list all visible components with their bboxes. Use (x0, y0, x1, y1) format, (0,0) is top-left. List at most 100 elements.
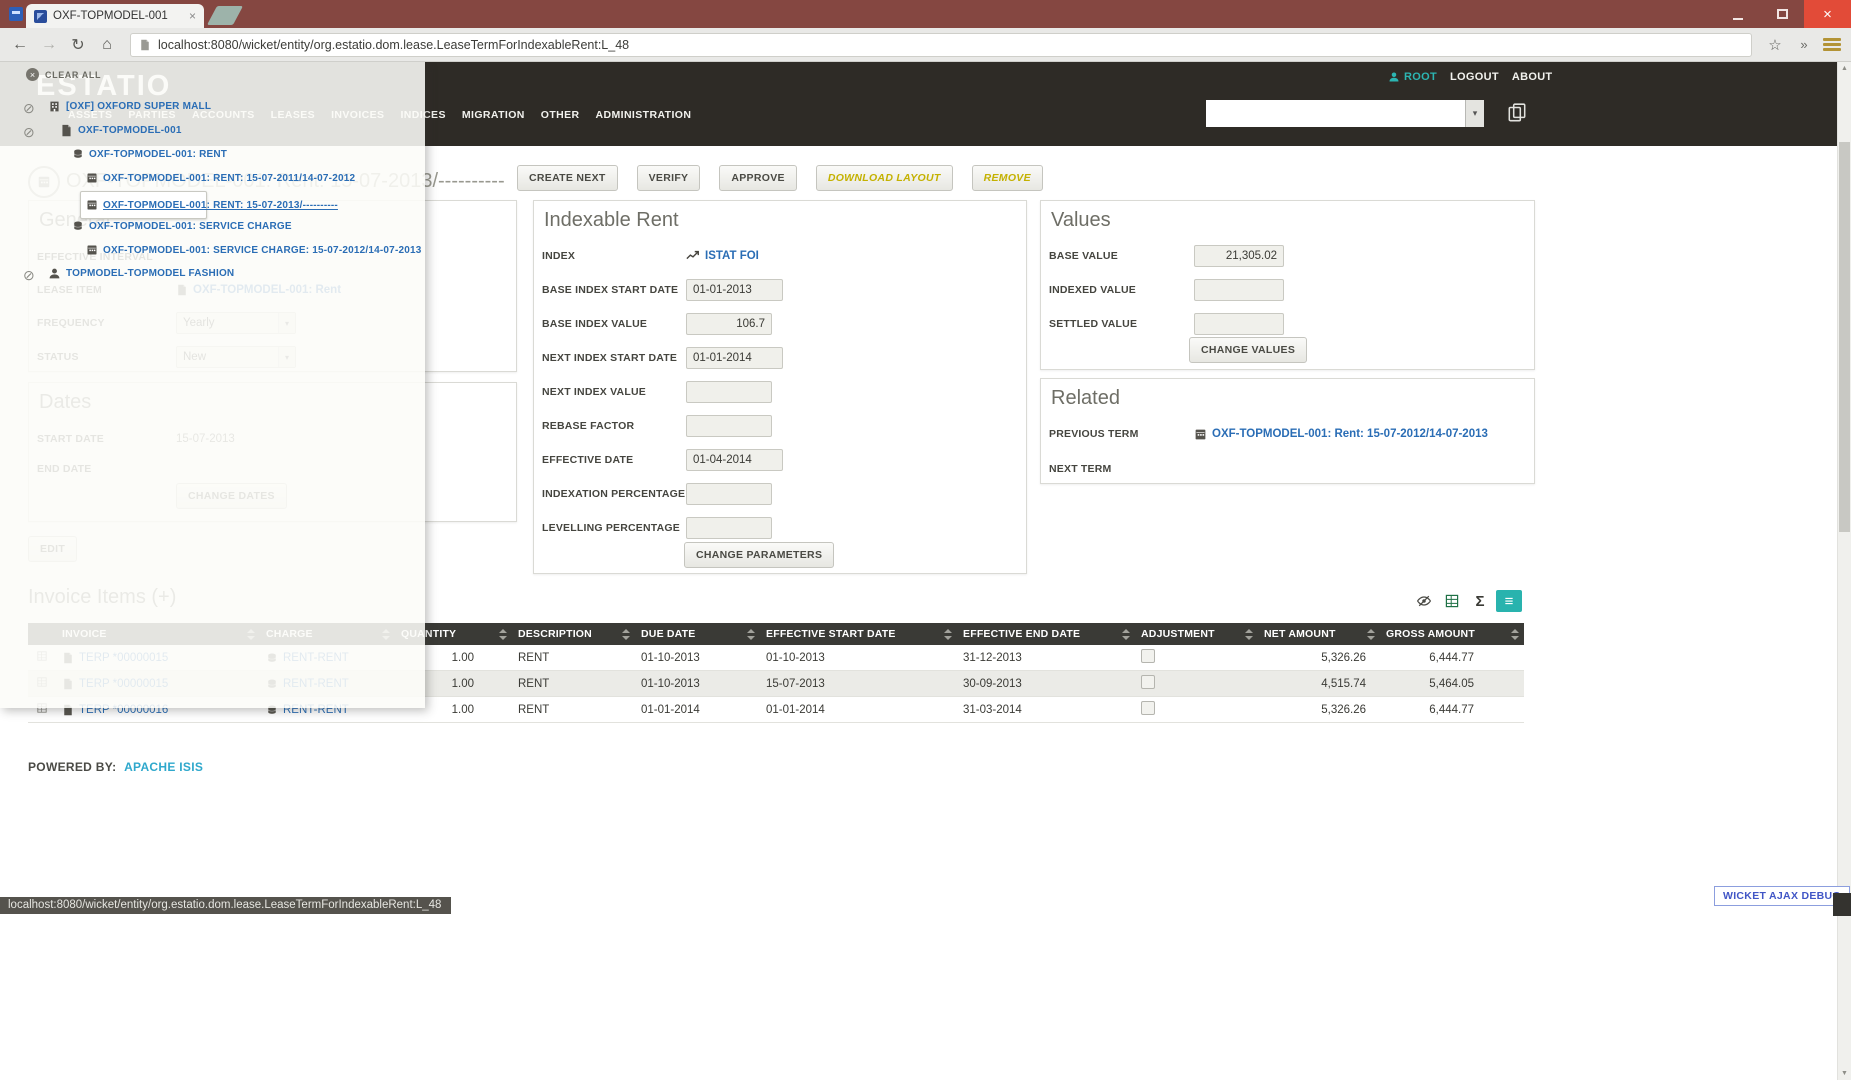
address-bar[interactable]: localhost:8080/wicket/entity/org.estatio… (130, 33, 1752, 57)
sort-icon[interactable] (944, 629, 952, 640)
bookmark-item[interactable]: OXF-TOPMODEL-001: SERVICE CHARGE: 15-07-… (0, 244, 425, 264)
base-value-input[interactable] (1194, 245, 1284, 267)
menu-other[interactable]: OTHER (541, 109, 580, 121)
bookmark-item[interactable]: ⊘ [OXF] OXFORD SUPER MALL (0, 100, 425, 120)
previous-term-link[interactable]: OXF-TOPMODEL-001: Rent: 15-07-2012/14-07… (1212, 428, 1488, 440)
col-net-amount[interactable]: NET AMOUNT (1258, 623, 1380, 645)
home-button[interactable]: ⌂ (97, 36, 117, 54)
scrollbar-thumb[interactable] (1839, 142, 1850, 532)
due-date-cell: 01-01-2014 (635, 697, 760, 723)
sort-icon[interactable] (1367, 629, 1375, 640)
search-input[interactable] (1206, 100, 1465, 127)
approve-button[interactable]: APPROVE (719, 165, 796, 191)
copy-icon[interactable] (1506, 102, 1528, 124)
bookmark-link[interactable]: OXF-TOPMODEL-001: RENT: 15-07-2013/-----… (103, 200, 338, 211)
bookmark-link[interactable]: [OXF] OXFORD SUPER MALL (66, 101, 211, 112)
col-effective-end-date[interactable]: EFFECTIVE END DATE (957, 623, 1135, 645)
list-view-icon[interactable]: ≡ (1496, 590, 1522, 612)
bookmark-star-icon[interactable]: ☆ (1765, 36, 1785, 54)
indexed-value-input[interactable] (1194, 279, 1284, 301)
tab-close-icon[interactable]: × (189, 9, 196, 23)
index-link[interactable]: ISTAT FOI (705, 250, 759, 262)
bookmark-item-selected[interactable]: OXF-TOPMODEL-001: RENT: 15-07-2013/-----… (0, 196, 425, 216)
adjustment-checkbox[interactable] (1141, 649, 1155, 663)
bookmark-item[interactable]: OXF-TOPMODEL-001: SERVICE CHARGE (0, 220, 425, 240)
index-chart-icon (686, 249, 700, 263)
change-parameters-button[interactable]: CHANGE PARAMETERS (684, 542, 834, 568)
clear-all-button[interactable]: × CLEAR ALL (26, 68, 101, 81)
sigma-totals-icon[interactable]: Σ (1468, 590, 1492, 612)
page-icon (139, 39, 151, 51)
bookmark-item[interactable]: ⊘ TOPMODEL-TOPMODEL FASHION (0, 267, 425, 287)
download-layout-button[interactable]: DOWNLOAD LAYOUT (816, 165, 953, 191)
sort-icon[interactable] (747, 629, 755, 640)
sort-icon[interactable] (622, 629, 630, 640)
excel-export-icon[interactable] (1440, 590, 1464, 612)
adjustment-checkbox[interactable] (1141, 701, 1155, 715)
search-dropdown-caret[interactable]: ▾ (1465, 100, 1484, 127)
verify-button[interactable]: VERIFY (637, 165, 701, 191)
col-adjustment[interactable]: ADJUSTMENT (1135, 623, 1258, 645)
sort-icon[interactable] (1245, 629, 1253, 640)
effective-date-input[interactable] (686, 449, 783, 471)
bookmark-link[interactable]: OXF-TOPMODEL-001: RENT: 15-07-2011/14-07… (103, 173, 355, 184)
base-index-value-input[interactable] (686, 313, 772, 335)
col-due-date[interactable]: DUE DATE (635, 623, 760, 645)
sort-icon[interactable] (499, 629, 507, 640)
col-gross-amount[interactable]: GROSS AMOUNT (1380, 623, 1524, 645)
sort-icon[interactable] (1122, 629, 1130, 640)
user-name[interactable]: ROOT (1404, 71, 1437, 83)
settled-value-input[interactable] (1194, 313, 1284, 335)
scroll-down-icon[interactable]: ▼ (1838, 1070, 1851, 1077)
indexation-percentage-input[interactable] (686, 483, 772, 505)
about-link[interactable]: ABOUT (1512, 71, 1553, 83)
toolbar-overflow-chevron[interactable]: » (1794, 37, 1814, 52)
hide-columns-icon[interactable] (1412, 590, 1436, 612)
gross-amount-cell: 6,444.77 (1380, 697, 1524, 723)
no-entry-icon[interactable]: ⊘ (23, 101, 35, 115)
create-next-button[interactable]: CREATE NEXT (517, 165, 618, 191)
bookmark-link[interactable]: OXF-TOPMODEL-001 (78, 125, 182, 136)
apache-isis-link[interactable]: APACHE ISIS (124, 760, 203, 774)
bookmark-item[interactable]: OXF-TOPMODEL-001: RENT: 15-07-2011/14-07… (0, 172, 425, 192)
bookmark-link[interactable]: TOPMODEL-TOPMODEL FASHION (66, 268, 234, 279)
remove-button[interactable]: REMOVE (972, 165, 1043, 191)
bookmark-link[interactable]: OXF-TOPMODEL-001: SERVICE CHARGE: 15-07-… (103, 245, 422, 256)
tab-title: OXF-TOPMODEL-001 (53, 10, 183, 22)
bookmark-link[interactable]: OXF-TOPMODEL-001: SERVICE CHARGE (89, 221, 292, 232)
bookmark-item[interactable]: OXF-TOPMODEL-001: RENT (0, 148, 425, 168)
no-entry-icon[interactable]: ⊘ (23, 125, 35, 139)
window-close-button[interactable]: × (1804, 0, 1851, 28)
user-menu[interactable]: ROOT (1388, 71, 1437, 83)
scroll-up-icon[interactable]: ▲ (1838, 65, 1851, 72)
base-index-start-date-input[interactable] (686, 279, 783, 301)
vertical-scrollbar[interactable]: ▲ ▼ (1837, 62, 1851, 1080)
back-button[interactable]: ← (10, 36, 30, 54)
adjustment-checkbox[interactable] (1141, 675, 1155, 689)
forward-button[interactable]: → (39, 36, 59, 54)
levelling-percentage-input[interactable] (686, 517, 772, 539)
url-text[interactable]: localhost:8080/wicket/entity/org.estatio… (158, 38, 1743, 52)
bookmark-item[interactable]: ⊘ OXF-TOPMODEL-001 (0, 124, 425, 144)
rebase-factor-input[interactable] (686, 415, 772, 437)
bookmark-link[interactable]: OXF-TOPMODEL-001: RENT (89, 149, 227, 160)
levelling-percentage-label: LEVELLING PERCENTAGE (542, 522, 680, 534)
menu-administration[interactable]: ADMINISTRATION (596, 109, 692, 121)
refresh-button[interactable]: ↻ (68, 35, 88, 55)
wicket-ajax-debug-button[interactable]: WICKET AJAX DEBUG (1714, 886, 1850, 906)
next-index-value-input[interactable] (686, 381, 772, 403)
menu-migration[interactable]: MIGRATION (462, 109, 525, 121)
window-minimize-button[interactable] (1716, 0, 1760, 28)
no-entry-icon[interactable]: ⊘ (23, 268, 35, 282)
col-description[interactable]: DESCRIPTION (512, 623, 635, 645)
change-values-button[interactable]: CHANGE VALUES (1189, 337, 1307, 363)
logout-link[interactable]: LOGOUT (1450, 71, 1499, 83)
window-maximize-button[interactable] (1760, 0, 1804, 28)
new-tab-button[interactable] (207, 6, 243, 25)
sort-icon[interactable] (1511, 629, 1519, 640)
browser-tab[interactable]: OXF-TOPMODEL-001 × (26, 4, 204, 28)
col-effective-start-date[interactable]: EFFECTIVE START DATE (760, 623, 957, 645)
browser-menu-icon[interactable] (1823, 38, 1841, 51)
effective-end-date-cell: 31-12-2013 (957, 645, 1135, 671)
next-index-start-date-input[interactable] (686, 347, 783, 369)
